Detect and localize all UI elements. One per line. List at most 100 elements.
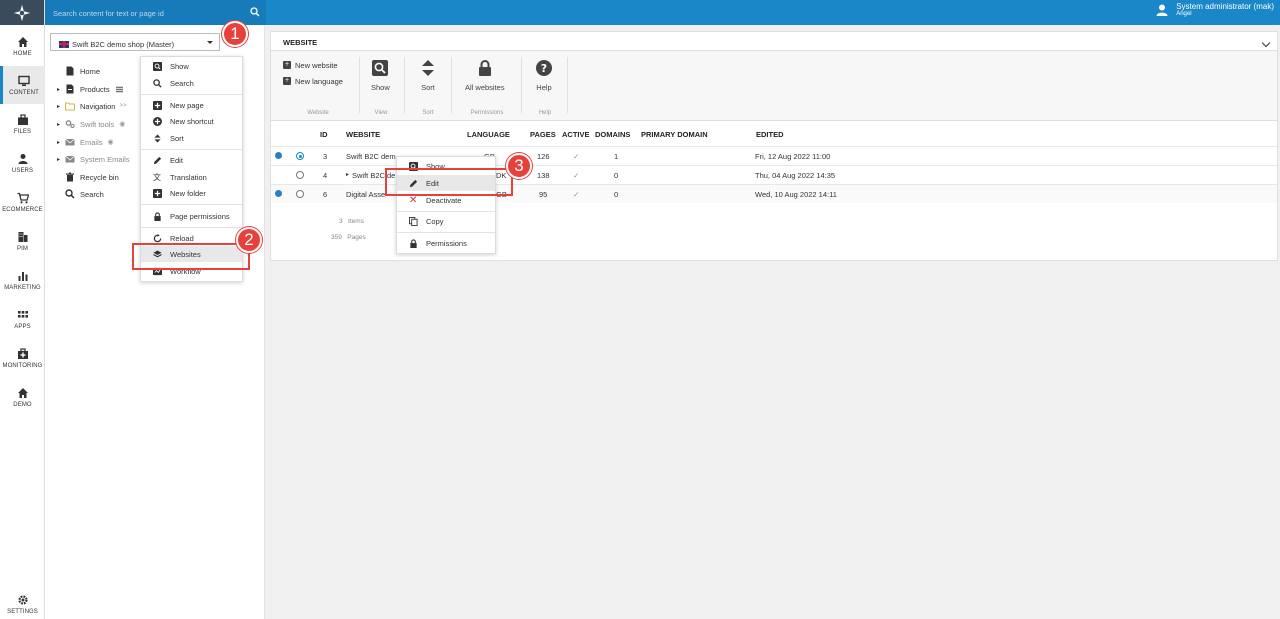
nav-files[interactable]: FILES — [0, 105, 45, 143]
menu-item-new-page[interactable]: New page — [141, 97, 242, 113]
col-pages[interactable]: PAGES — [530, 130, 556, 139]
nav-settings[interactable]: SETTINGS — [0, 588, 45, 619]
user-subtitle: Angel — [1176, 11, 1192, 17]
shop-selector[interactable]: Swift B2C demo shop (Master) — [50, 33, 220, 51]
tree-item-swift-tools[interactable]: ▸ Swift tools ◉ — [57, 117, 125, 131]
menu-item-label: New shortcut — [170, 116, 214, 126]
menu-item-translation[interactable]: 文 Translation — [141, 169, 242, 185]
col-language[interactable]: LANGUAGE — [467, 130, 510, 139]
highlight-websites — [132, 243, 250, 270]
menu-item-new-shortcut[interactable]: New shortcut — [141, 113, 242, 129]
new-language-button[interactable]: + New language — [283, 75, 343, 87]
new-website-button[interactable]: + New website — [283, 59, 338, 71]
menu-item-sort[interactable]: Sort — [141, 130, 242, 146]
all-websites-button[interactable]: All websites — [465, 59, 505, 92]
col-domains[interactable]: DOMAINS — [595, 130, 630, 139]
nav-demo[interactable]: DEMO — [0, 378, 45, 416]
row-radio[interactable] — [296, 152, 304, 160]
grid-icon — [17, 310, 28, 318]
active-check-icon: ✓ — [573, 171, 580, 180]
close-icon: ✕ — [409, 194, 418, 206]
menu-item-label: Reload — [170, 233, 194, 243]
ribbon-divider — [359, 57, 360, 113]
user-menu[interactable]: System administrator (mak) Angel — [1155, 2, 1274, 18]
row-menu-item-copy[interactable]: Copy — [397, 213, 495, 229]
row-menu-item-permissions[interactable]: Permissions — [397, 235, 495, 251]
caret-right-icon[interactable]: ▸ — [57, 156, 65, 163]
app-logo[interactable] — [0, 0, 44, 25]
nav-content[interactable]: CONTENT — [0, 66, 45, 104]
reload-icon — [153, 233, 162, 242]
menu-item-label: Deactivate — [426, 195, 462, 205]
pages-total: 359 Pages — [331, 234, 366, 241]
globe-icon — [275, 152, 282, 159]
menu-item-show[interactable]: Show — [141, 58, 242, 74]
tree-item-search[interactable]: Search — [57, 187, 104, 201]
cart-icon — [17, 192, 29, 203]
collapse-chevron-icon[interactable] — [1261, 38, 1271, 48]
menu-item-edit[interactable]: Edit — [141, 152, 242, 168]
nav-users[interactable]: USERS — [0, 144, 45, 182]
nav-home[interactable]: HOME — [0, 27, 45, 65]
col-id[interactable]: ID — [320, 130, 328, 139]
shop-selector-value: Swift B2C demo shop (Master) — [72, 39, 175, 49]
nav-ecommerce-label: ECOMMERCE — [2, 206, 43, 213]
menu-separator — [397, 232, 495, 233]
cell-edited: Thu, 04 Aug 2022 14:35 — [755, 171, 836, 180]
tree-item-products[interactable]: ▸ Products — [57, 82, 123, 96]
help-button[interactable]: ? Help — [535, 59, 553, 92]
row-radio[interactable] — [296, 171, 304, 179]
caret-right-icon[interactable]: ▸ — [57, 86, 65, 93]
menu-item-new-folder[interactable]: New folder — [141, 185, 242, 201]
cell-domains: 1 — [614, 152, 619, 161]
show-button[interactable]: Show — [371, 59, 390, 92]
tree-item-system-emails[interactable]: ▸ System Emails — [57, 152, 130, 166]
row-radio[interactable] — [296, 190, 304, 198]
menu-item-search[interactable]: Search — [141, 75, 242, 91]
sort-button[interactable]: Sort — [419, 59, 437, 92]
tree-item-emails[interactable]: ▸ Emails ◉ — [57, 135, 114, 149]
sort-icon — [154, 133, 161, 143]
tree-item-label: Emails — [80, 137, 103, 147]
logo-icon — [13, 4, 31, 21]
expand-caret-icon[interactable]: ▸ — [346, 171, 349, 178]
caret-right-icon[interactable]: ▸ — [57, 139, 65, 146]
tree-item-label: Search — [80, 189, 104, 199]
cell-pages: 95 — [539, 190, 548, 199]
ribbon-divider — [567, 57, 568, 113]
tree-item-navigation[interactable]: ▸ Navigation >> — [57, 99, 126, 113]
col-edited[interactable]: EDITED — [756, 130, 784, 139]
ribbon-divider — [404, 57, 405, 113]
nav-apps[interactable]: APPS — [0, 300, 45, 338]
pages-label: Pages — [347, 234, 366, 241]
tree-item-home[interactable]: Home — [57, 64, 100, 78]
monitor-icon — [18, 75, 30, 86]
nav-marketing[interactable]: MARKETING — [0, 261, 45, 299]
col-active[interactable]: ACTIVE — [562, 130, 590, 139]
nav-apps-label: APPS — [14, 323, 31, 330]
items-total: 3 Items — [339, 218, 364, 225]
tree-item-label: Products — [80, 84, 110, 94]
copy-icon — [409, 216, 418, 226]
menu-item-label: New folder — [170, 188, 206, 198]
caret-right-icon[interactable]: ▸ — [57, 103, 65, 110]
lock-icon — [410, 238, 417, 248]
nav-monitoring[interactable]: MONITORING — [0, 339, 45, 377]
search-icon[interactable] — [250, 7, 260, 17]
nav-ecommerce[interactable]: ECOMMERCE — [0, 183, 45, 221]
ribbon-toolbar: + New website + New language Website Sho… — [271, 51, 1277, 121]
nav-home-label: HOME — [13, 50, 32, 57]
tree-item-recycle-bin[interactable]: Recycle bin — [57, 170, 119, 184]
caret-right-icon[interactable]: ▸ — [57, 121, 65, 128]
cell-domains: 0 — [614, 190, 619, 199]
globe-icon — [275, 190, 282, 197]
col-website[interactable]: WEBSITE — [346, 130, 380, 139]
menu-item-label: Page permissions — [170, 211, 230, 221]
col-primary-domain[interactable]: PRIMARY DOMAIN — [641, 130, 708, 139]
nav-pim[interactable]: PIM — [0, 222, 45, 260]
menu-separator — [397, 211, 495, 212]
active-check-icon: ✓ — [573, 190, 580, 199]
menu-item-page-permissions[interactable]: Page permissions — [141, 208, 242, 224]
svg-text:?: ? — [541, 62, 547, 75]
folder-icon — [65, 102, 75, 111]
